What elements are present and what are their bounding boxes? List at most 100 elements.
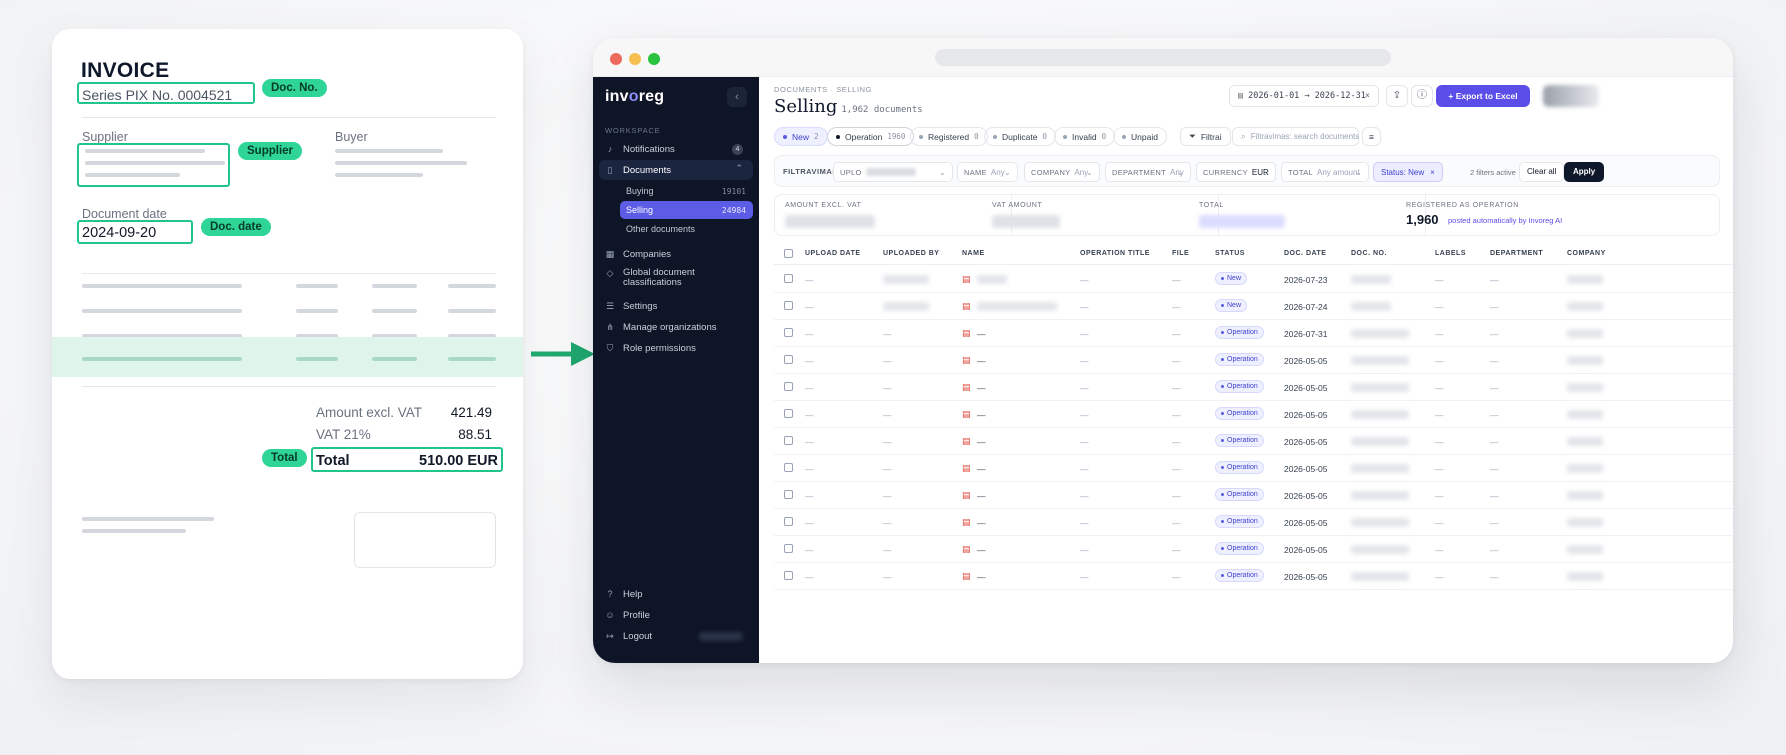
name-cell[interactable]: — <box>977 356 986 366</box>
date-range-text: 2026-01-01 → 2026-12-31 <box>1248 91 1366 101</box>
table-row[interactable]: — — ▤ — — — Operation 2026-05-05 — — <box>774 455 1733 482</box>
remove-filter-icon[interactable]: × <box>1430 168 1435 177</box>
table-row[interactable]: — — ▤ — — — Operation 2026-05-05 — — <box>774 482 1733 509</box>
name-cell[interactable]: — <box>977 410 986 420</box>
col-labels[interactable]: LABELS <box>1435 250 1466 257</box>
row-checkbox[interactable] <box>784 274 793 283</box>
table-row[interactable]: — — ▤ — — — Operation 2026-05-05 — — <box>774 563 1733 590</box>
info-icon[interactable]: ⓘ <box>1411 85 1433 107</box>
chip-unpaid[interactable]: Unpaid <box>1113 127 1167 146</box>
row-checkbox[interactable] <box>784 517 793 526</box>
col-department[interactable]: DEPARTMENT <box>1490 250 1543 257</box>
company-blurred <box>1567 329 1603 338</box>
collapse-sidebar-icon[interactable]: ‹ <box>727 87 747 107</box>
sidebar-sub-other[interactable]: Other documents <box>620 220 753 238</box>
sidebar-item-help[interactable]: ? Help <box>599 584 753 604</box>
filter-button[interactable]: ⏷ Filtrai <box>1180 127 1231 146</box>
title-text: Selling <box>774 96 838 117</box>
name-cell[interactable]: — <box>977 518 986 528</box>
filter-company[interactable]: COMPANY Any ⌄ <box>1024 162 1100 182</box>
sidebar-item-organizations[interactable]: ⋔ Manage organizations <box>599 317 753 337</box>
name-cell[interactable]: — <box>977 491 986 501</box>
row-checkbox[interactable] <box>784 355 793 364</box>
avatar[interactable] <box>1543 85 1599 107</box>
col-operation-title[interactable]: OPERATION TITLE <box>1080 250 1150 257</box>
col-doc-date[interactable]: DOC. DATE <box>1284 250 1326 257</box>
app-logo[interactable]: invoreg <box>605 88 664 106</box>
table-row[interactable]: — — ▤ — — — Operation 2026-05-05 — — <box>774 347 1733 374</box>
window-chrome <box>593 38 1733 77</box>
department-cell: — <box>1490 356 1499 366</box>
sidebar-sub-buying[interactable]: Buying 19101 <box>620 182 753 200</box>
col-status[interactable]: STATUS <box>1215 250 1245 257</box>
doc-date-cell: 2026-05-05 <box>1284 572 1328 582</box>
row-checkbox[interactable] <box>784 463 793 472</box>
col-company[interactable]: COMPANY <box>1567 250 1606 257</box>
table-row[interactable]: — ▤ — — New 2026-07-23 — — <box>774 266 1733 293</box>
select-all-checkbox[interactable] <box>784 249 793 258</box>
filter-upload[interactable]: UPLO ⌄ <box>833 162 953 182</box>
name-cell[interactable]: — <box>977 383 986 393</box>
sidebar-sub-selling[interactable]: Selling 24984 <box>620 201 753 219</box>
row-checkbox[interactable] <box>784 382 793 391</box>
table-row[interactable]: — — ▤ — — — Operation 2026-05-05 — — <box>774 374 1733 401</box>
col-doc-no[interactable]: DOC. NO. <box>1351 250 1387 257</box>
filter-currency[interactable]: CURRENCY EUR ⌄ <box>1196 162 1276 182</box>
row-checkbox[interactable] <box>784 436 793 445</box>
name-cell[interactable]: — <box>977 437 986 447</box>
close-dot[interactable] <box>610 53 622 65</box>
filter-label: TOTAL <box>1288 167 1313 177</box>
search-input[interactable]: ⌕ Filtravimas: search documents <box>1232 127 1359 146</box>
chip-new[interactable]: New 2 <box>774 127 828 146</box>
clear-all-button[interactable]: Clear all <box>1519 162 1565 182</box>
name-cell[interactable]: — <box>977 572 986 582</box>
name-cell[interactable]: — <box>977 329 986 339</box>
name-cell[interactable]: — <box>977 545 986 555</box>
apply-button[interactable]: Apply <box>1564 162 1605 182</box>
date-range-picker[interactable]: ▤ 2026-01-01 → 2026-12-31 × <box>1229 85 1379 107</box>
filter-name[interactable]: NAME Any ⌄ <box>957 162 1018 182</box>
vat-label: VAT 21% <box>316 427 371 442</box>
doc-date-cell: 2026-07-23 <box>1284 275 1328 285</box>
export-excel-button[interactable]: + Export to Excel <box>1436 85 1530 107</box>
table-row[interactable]: — — ▤ — — — Operation 2026-05-05 — — <box>774 536 1733 563</box>
col-file[interactable]: FILE <box>1172 250 1189 257</box>
col-name[interactable]: NAME <box>962 250 985 257</box>
sidebar-item-settings[interactable]: ☰ Settings <box>599 296 753 316</box>
row-checkbox[interactable] <box>784 571 793 580</box>
row-checkbox[interactable] <box>784 490 793 499</box>
table-row[interactable]: — — ▤ — — — Operation 2026-05-05 — — <box>774 401 1733 428</box>
col-uploaded-by[interactable]: UPLOADED BY <box>883 250 939 257</box>
col-upload-date[interactable]: UPLOAD DATE <box>805 250 861 257</box>
filter-total[interactable]: TOTAL Any amount ⌄ <box>1281 162 1369 182</box>
row-checkbox[interactable] <box>784 409 793 418</box>
sort-options-icon[interactable]: ≡ <box>1362 127 1381 146</box>
row-checkbox[interactable] <box>784 301 793 310</box>
status-filter-tag[interactable]: Status: New × <box>1373 162 1443 182</box>
row-checkbox[interactable] <box>784 328 793 337</box>
sidebar-item-profile[interactable]: ☺ Profile <box>599 605 753 625</box>
sidebar-item-companies[interactable]: ▦ Companies <box>599 244 753 264</box>
sidebar-item-roles[interactable]: ⛉ Role permissions <box>599 338 753 358</box>
row-checkbox[interactable] <box>784 544 793 553</box>
sidebar-item-notifications[interactable]: ♪ Notifications 4 <box>599 139 753 159</box>
table-row[interactable]: — — ▤ — — — Operation 2026-05-05 — — <box>774 428 1733 455</box>
maximize-dot[interactable] <box>648 53 660 65</box>
minimize-dot[interactable] <box>629 53 641 65</box>
table-row[interactable]: — — ▤ — — — Operation 2026-07-31 — — <box>774 320 1733 347</box>
clear-date-icon[interactable]: × <box>1365 91 1370 101</box>
sidebar-item-classifications[interactable]: ◇ Global document classifications <box>599 265 753 291</box>
table-row[interactable]: — ▤ — — New 2026-07-24 — — <box>774 293 1733 320</box>
sidebar-item-logout[interactable]: ↦ Logout <box>599 626 753 646</box>
chip-invalid[interactable]: Invalid 0 <box>1054 127 1116 146</box>
name-cell[interactable]: — <box>977 464 986 474</box>
page-title: Selling 1,962 documents <box>774 96 923 117</box>
filter-department[interactable]: DEPARTMENT Any ⌄ <box>1105 162 1191 182</box>
chip-duplicate[interactable]: Duplicate 0 <box>984 127 1056 146</box>
chip-registered[interactable]: Registered 0 <box>910 127 988 146</box>
sidebar-item-documents[interactable]: ▯ Documents ⌃ <box>599 160 753 180</box>
upload-icon[interactable]: ⇪ <box>1386 85 1408 107</box>
chip-operation[interactable]: Operation 1960 <box>827 127 915 146</box>
address-bar[interactable] <box>935 49 1391 66</box>
table-row[interactable]: — — ▤ — — — Operation 2026-05-05 — — <box>774 509 1733 536</box>
